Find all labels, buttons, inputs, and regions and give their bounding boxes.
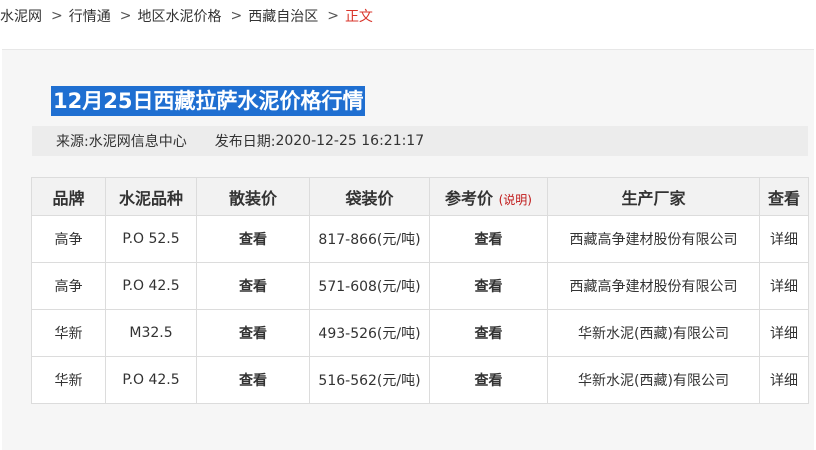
detail-link[interactable]: 详细	[759, 356, 809, 404]
bag-price-cell: 516-562(元/吨)	[309, 356, 430, 404]
breadcrumb-separator: >	[327, 8, 339, 24]
article-meta: 来源: 水泥网信息中心 发布日期: 2020-12-25 16:21:17	[32, 126, 808, 156]
reference-price-view-link[interactable]: 查看	[429, 356, 548, 404]
bulk-price-view-link[interactable]: 查看	[196, 356, 310, 404]
header-variety: 水泥品种	[105, 177, 197, 216]
detail-link[interactable]: 详细	[759, 262, 809, 310]
variety-cell: P.O 42.5	[105, 262, 197, 310]
header-view: 查看	[759, 177, 809, 216]
breadcrumb-separator: >	[51, 8, 63, 24]
bag-price-cell: 817-866(元/吨)	[309, 215, 430, 263]
reference-price-view-link[interactable]: 查看	[429, 215, 548, 263]
brand-link[interactable]: 华新	[31, 309, 106, 357]
manufacturer-cell: 华新水泥(西藏)有限公司	[547, 309, 760, 357]
reference-note-link[interactable]: (说明)	[499, 193, 532, 207]
breadcrumb-separator: >	[230, 8, 243, 24]
date-label: 发布日期:	[214, 134, 276, 150]
table-row: 高争 P.O 42.5 查看 571-608(元/吨) 查看 西藏高争建材股份有…	[31, 262, 809, 310]
header-brand: 品牌	[31, 177, 106, 216]
header-reference-price-label: 参考价	[445, 188, 494, 208]
manufacturer-cell: 华新水泥(西藏)有限公司	[547, 356, 760, 404]
brand-link[interactable]: 高争	[31, 262, 106, 310]
reference-price-view-link[interactable]: 查看	[429, 309, 548, 357]
bag-price-cell: 493-526(元/吨)	[309, 309, 430, 357]
source-label: 来源:	[56, 134, 89, 150]
bulk-price-view-link[interactable]: 查看	[196, 309, 310, 357]
header-manufacturer: 生产厂家	[547, 177, 760, 216]
table-row: 高争 P.O 52.5 查看 817-866(元/吨) 查看 西藏高争建材股份有…	[31, 215, 809, 263]
table-row: 华新 P.O 42.5 查看 516-562(元/吨) 查看 华新水泥(西藏)有…	[31, 356, 809, 404]
table-header-row: 品牌 水泥品种 散装价 袋装价 参考价 (说明) 生产厂家 查看	[31, 177, 809, 216]
header-reference-price: 参考价 (说明)	[429, 177, 548, 216]
price-table: 品牌 水泥品种 散装价 袋装价 参考价 (说明) 生产厂家 查看 高争 P.O …	[31, 177, 809, 404]
bulk-price-view-link[interactable]: 查看	[196, 215, 310, 263]
header-bag-price: 袋装价	[309, 177, 430, 216]
manufacturer-cell: 西藏高争建材股份有限公司	[547, 262, 760, 310]
variety-cell: P.O 52.5	[105, 215, 197, 263]
variety-cell: P.O 42.5	[105, 356, 197, 404]
breadcrumb-separator: >	[119, 8, 132, 24]
breadcrumb-link-tibet[interactable]: 西藏自治区	[248, 6, 318, 26]
bag-price-cell: 571-608(元/吨)	[309, 262, 430, 310]
article-title: 12月25日西藏拉萨水泥价格行情	[51, 86, 366, 116]
date-value: 2020-12-25 16:21:17	[275, 133, 425, 149]
detail-link[interactable]: 详细	[759, 309, 809, 357]
bulk-price-view-link[interactable]: 查看	[196, 262, 310, 310]
detail-link[interactable]: 详细	[759, 215, 809, 263]
table-row: 华新 M32.5 查看 493-526(元/吨) 查看 华新水泥(西藏)有限公司…	[31, 309, 809, 357]
source-value: 水泥网信息中心	[88, 134, 187, 150]
header-bulk-price: 散装价	[196, 177, 310, 216]
brand-link[interactable]: 华新	[31, 356, 106, 404]
manufacturer-cell: 西藏高争建材股份有限公司	[547, 215, 760, 263]
breadcrumb-link-region-price[interactable]: 地区水泥价格	[137, 6, 221, 26]
breadcrumb-current: 正文	[344, 9, 373, 25]
brand-link[interactable]: 高争	[31, 215, 106, 263]
breadcrumb-link-market[interactable]: 行情通	[69, 6, 111, 26]
breadcrumb: 水泥网 > 行情通 > 地区水泥价格 > 西藏自治区 > 正文	[0, 4, 373, 28]
reference-price-view-link[interactable]: 查看	[429, 262, 548, 310]
variety-cell: M32.5	[105, 309, 197, 357]
breadcrumb-link-home[interactable]: 水泥网	[0, 6, 42, 26]
